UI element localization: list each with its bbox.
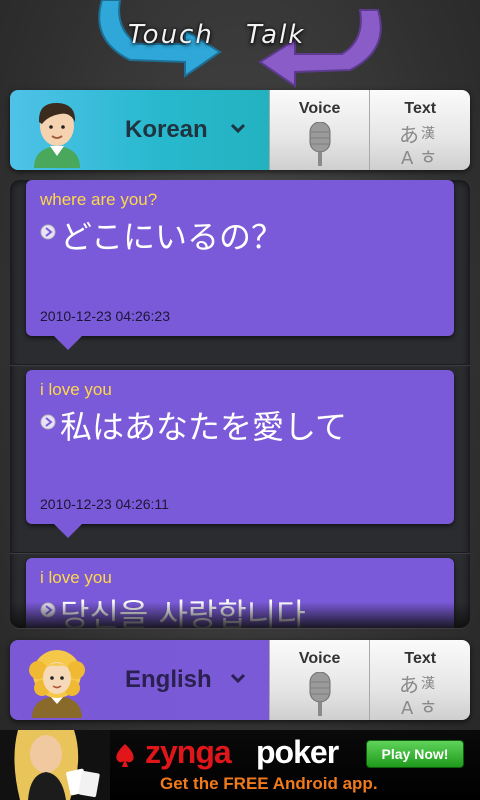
source-voice-button[interactable]: Voice (268, 90, 370, 170)
svg-text:あ: あ (399, 123, 419, 147)
source-text: i love you (40, 380, 112, 399)
svg-text:漢: 漢 (421, 676, 435, 692)
play-now-button[interactable]: Play Now! (366, 740, 464, 768)
source-text: where are you? (40, 190, 158, 209)
translation-bubble[interactable]: i love you 당신을 사랑합니다 (26, 558, 454, 628)
svg-text:A: A (401, 698, 414, 716)
svg-text:ㅎ: ㅎ (419, 695, 437, 716)
logo-word-touch: Touch (128, 20, 214, 50)
multilingual-text-icon: あ 漢 A ㅎ (399, 123, 437, 166)
bubble-tail (54, 336, 82, 350)
multilingual-text-icon: あ 漢 A ㅎ (399, 673, 437, 716)
voice-button-label: Voice (298, 650, 341, 667)
source-language-name: Korean (125, 116, 208, 143)
chevron-down-icon (230, 123, 246, 134)
zynga-poker-ad-banner[interactable]: zynga poker Get the FREE Android app. Pl… (0, 730, 480, 800)
svg-text:ㅎ: ㅎ (419, 145, 437, 166)
chevron-down-icon (230, 673, 246, 684)
translation-history-list[interactable]: where are you? どこにいるの？ 2010-12-23 04:26:… (10, 180, 470, 628)
message-timestamp: 2010-12-23 04:26:23 (40, 308, 170, 324)
play-audio-icon[interactable] (40, 224, 56, 240)
spade-icon (116, 744, 134, 767)
ad-model-image (0, 730, 110, 800)
male-avatar-icon (34, 102, 80, 168)
ad-brand-poker: poker (256, 734, 339, 770)
svg-text:あ: あ (399, 673, 419, 697)
target-language-name: English (125, 666, 212, 693)
touch-talk-logo: Touch Talk (90, 0, 390, 88)
source-text-button[interactable]: Text あ 漢 A ㅎ (369, 90, 470, 170)
translated-text: 私はあなたを愛して (60, 408, 348, 446)
list-divider (10, 364, 470, 366)
female-avatar-icon (29, 650, 85, 718)
svg-text:漢: 漢 (421, 126, 435, 142)
target-language-bar: English Voice Text あ 漢 A ㅎ (10, 640, 470, 720)
svg-text:A: A (401, 148, 414, 166)
target-text-button[interactable]: Text あ 漢 A ㅎ (369, 640, 470, 720)
text-button-label: Text (404, 100, 437, 117)
message-timestamp: 2010-12-23 04:26:11 (40, 496, 169, 512)
target-voice-button[interactable]: Voice (268, 640, 370, 720)
translated-text: 당신을 사랑합니다 (60, 596, 306, 628)
list-divider (10, 552, 470, 554)
translation-bubble[interactable]: i love you 私はあなたを愛して 2010-12-23 04:26:11 (26, 370, 454, 538)
microphone-icon (309, 672, 331, 716)
play-audio-icon[interactable] (40, 602, 56, 618)
text-button-label: Text (404, 650, 437, 667)
source-language-selector[interactable]: Korean (10, 90, 269, 170)
voice-button-label: Voice (298, 100, 341, 117)
translated-text: どこにいるの？ (60, 218, 284, 256)
microphone-icon (309, 122, 331, 166)
source-text: i love you (40, 568, 112, 587)
logo-word-talk: Talk (246, 20, 306, 50)
ad-brand-zynga: zynga (145, 734, 232, 770)
bubble-tail (54, 524, 82, 538)
target-language-selector[interactable]: English (10, 640, 269, 720)
ad-tagline: Get the FREE Android app. (160, 774, 378, 793)
source-language-bar: Korean Voice Text あ 漢 A ㅎ (10, 90, 470, 170)
translation-bubble[interactable]: where are you? どこにいるの？ 2010-12-23 04:26:… (26, 180, 454, 350)
play-audio-icon[interactable] (40, 414, 56, 430)
